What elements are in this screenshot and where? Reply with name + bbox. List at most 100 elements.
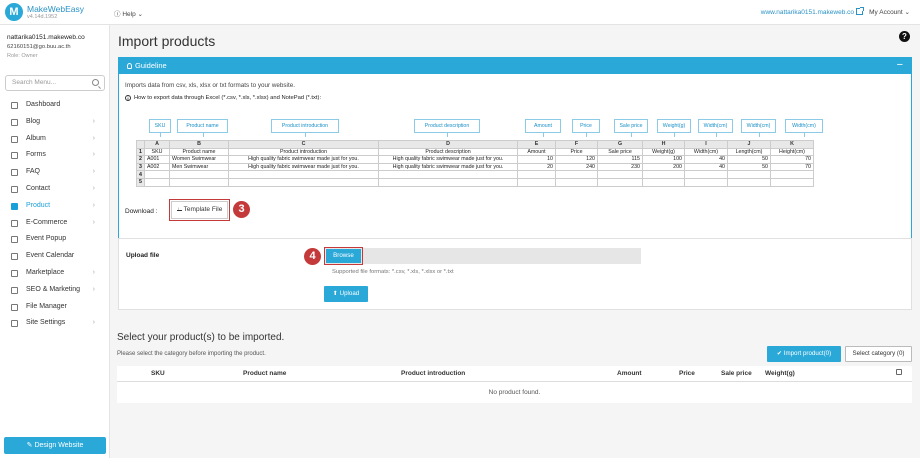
sheet-column-letter: K	[770, 140, 814, 149]
question-icon[interactable]: ?	[899, 31, 910, 42]
app-window: M MakeWebEasy v4.14d.1952 ⓘ Help ⌄ www.n…	[0, 0, 920, 458]
how-to-text: How to export data through Excel (*.csv,…	[134, 95, 322, 101]
sheet-cell: 230	[597, 162, 643, 172]
sidebar-item-label: File Manager	[26, 302, 67, 310]
sheet-cell: Price	[555, 147, 598, 157]
sidebar-item-album[interactable]: Album ›	[0, 131, 109, 148]
contact-icon	[11, 185, 18, 193]
sidebar-item-contact[interactable]: Contact ›	[0, 181, 109, 198]
sheet-cell: 120	[555, 155, 598, 164]
album-icon	[11, 135, 18, 143]
select-category-button[interactable]: Select category (0)	[845, 346, 912, 362]
sheet-cell: 40	[684, 155, 728, 164]
template-file-label: Template File	[183, 206, 223, 213]
chevron-right-icon: ›	[92, 184, 95, 192]
account-menu[interactable]: My Account ⌄	[869, 8, 910, 16]
field-tag: Product introduction	[271, 119, 339, 137]
sidebar-item-dashboard[interactable]: Dashboard	[0, 97, 109, 114]
top-bar: M MakeWebEasy v4.14d.1952 ⓘ Help ⌄ www.n…	[0, 0, 920, 25]
calendar-icon	[11, 253, 18, 261]
collapse-icon[interactable]: −	[897, 57, 903, 73]
sheet-cell	[378, 177, 518, 187]
sheet-cell: 240	[555, 162, 598, 172]
sheet-cell: Product name	[169, 147, 229, 157]
sidebar-item-blog[interactable]: Blog ›	[0, 114, 109, 131]
sheet-column-letter: I	[684, 140, 728, 149]
sheet-cell: Length(cm)	[727, 147, 771, 157]
chevron-right-icon: ›	[92, 201, 95, 209]
browse-button[interactable]: Browse	[324, 247, 363, 265]
sheet-column-letter: G	[597, 140, 643, 149]
sheet-corner	[136, 140, 145, 149]
sheet-cell: Sale price	[597, 147, 643, 157]
chevron-right-icon: ›	[92, 218, 95, 226]
sheet-cell	[642, 170, 685, 179]
sheet-row: 3 A002 Men Swimwear High quality fabric swi…	[136, 162, 814, 172]
sidebar-item-event-calendar[interactable]: Event Calendar	[0, 248, 109, 265]
upload-panel: Upload file Browse 4 Supported file form…	[118, 238, 912, 310]
sidebar-item-label: Blog	[26, 117, 41, 125]
search-icon	[92, 79, 99, 86]
column-header: Weight(g)	[761, 366, 839, 382]
design-website-button[interactable]: ✎ Design Website	[4, 437, 106, 454]
chevron-right-icon: ›	[92, 151, 95, 159]
file-path-field[interactable]	[324, 248, 641, 264]
account-label: My Account	[869, 9, 903, 16]
guideline-intro: Imports data from csv, xls, xlsx or txt …	[125, 82, 295, 89]
sidebar-item-label: Marketplace	[26, 268, 65, 276]
upload-button[interactable]: ⬆ Upload	[324, 286, 368, 302]
sidebar-item-forms[interactable]: Forms ›	[0, 147, 109, 164]
template-file-button[interactable]: Template File	[169, 199, 230, 221]
select-all-column	[839, 366, 912, 382]
sheet-cell: 20	[517, 162, 556, 172]
select-note: Please select the category before import…	[117, 351, 266, 357]
sheet-cell	[727, 170, 771, 179]
seo-icon	[11, 286, 18, 294]
field-tag: Price	[572, 119, 600, 137]
select-all-checkbox[interactable]	[896, 369, 902, 376]
sidebar-item-product[interactable]: Product ›	[0, 198, 109, 215]
brand-name: MakeWebEasy	[27, 4, 85, 14]
main-content: Import products ? Guideline − Imports da…	[110, 25, 920, 458]
sheet-cell: 40	[684, 162, 728, 172]
sidebar-item-site-settings[interactable]: Site Settings ›	[0, 315, 109, 332]
excel-sample-sheet: A B C D E F G H I J K 1 SKU Product name Product intro…	[136, 140, 814, 187]
sheet-cell	[597, 177, 643, 187]
brand-logo-icon[interactable]: M	[5, 3, 23, 21]
field-tag: Width(cm)	[741, 119, 776, 137]
sheet-cell	[144, 170, 170, 179]
sheet-cell: Product description	[378, 147, 518, 157]
table-row: No product found.	[117, 381, 912, 403]
sidebar-item-label: Dashboard	[26, 101, 61, 108]
upload-file-label: Upload file	[126, 252, 160, 259]
sidebar-item-event-popup[interactable]: Event Popup	[0, 231, 109, 248]
sidebar-item-seo-marketing[interactable]: SEO & Marketing ›	[0, 282, 109, 299]
external-link-icon	[856, 7, 864, 15]
sidebar-item-e-commerce[interactable]: E-Commerce ›	[0, 215, 109, 232]
search-input[interactable]: Search Menu...	[5, 75, 105, 91]
chevron-right-icon: ›	[92, 168, 95, 176]
site-url-link[interactable]: www.nattarika0151.makeweb.co	[761, 7, 864, 16]
sheet-cell: 115	[597, 155, 643, 164]
sheet-cell: High quality fabric swimwear made just f…	[378, 162, 518, 172]
sheet-column-letter: B	[169, 140, 229, 149]
sheet-cell: 10	[517, 155, 556, 164]
sidebar-item-marketplace[interactable]: Marketplace ›	[0, 265, 109, 282]
sheet-column-letter: F	[555, 140, 598, 149]
sidebar-item-faq[interactable]: FAQ ›	[0, 164, 109, 181]
sheet-cell: A001	[144, 155, 170, 164]
blog-icon	[11, 118, 18, 126]
empty-message: No product found.	[117, 381, 912, 403]
sheet-row-number: 3	[136, 162, 145, 172]
import-product-button[interactable]: ✔ Import product(0)	[767, 346, 841, 362]
design-website-label: Design Website	[34, 442, 84, 449]
guideline-header[interactable]: Guideline −	[119, 58, 911, 74]
download-label: Download :	[125, 208, 158, 215]
callout-4-badge: 4	[304, 248, 321, 265]
chevron-right-icon: ›	[92, 319, 95, 327]
sheet-cell	[684, 170, 728, 179]
help-menu[interactable]: ⓘ Help ⌄	[114, 8, 143, 18]
sheet-column-letter: A	[144, 140, 170, 149]
field-tag: Weight(g)	[657, 119, 691, 137]
sidebar-item-file-manager[interactable]: File Manager	[0, 299, 109, 316]
